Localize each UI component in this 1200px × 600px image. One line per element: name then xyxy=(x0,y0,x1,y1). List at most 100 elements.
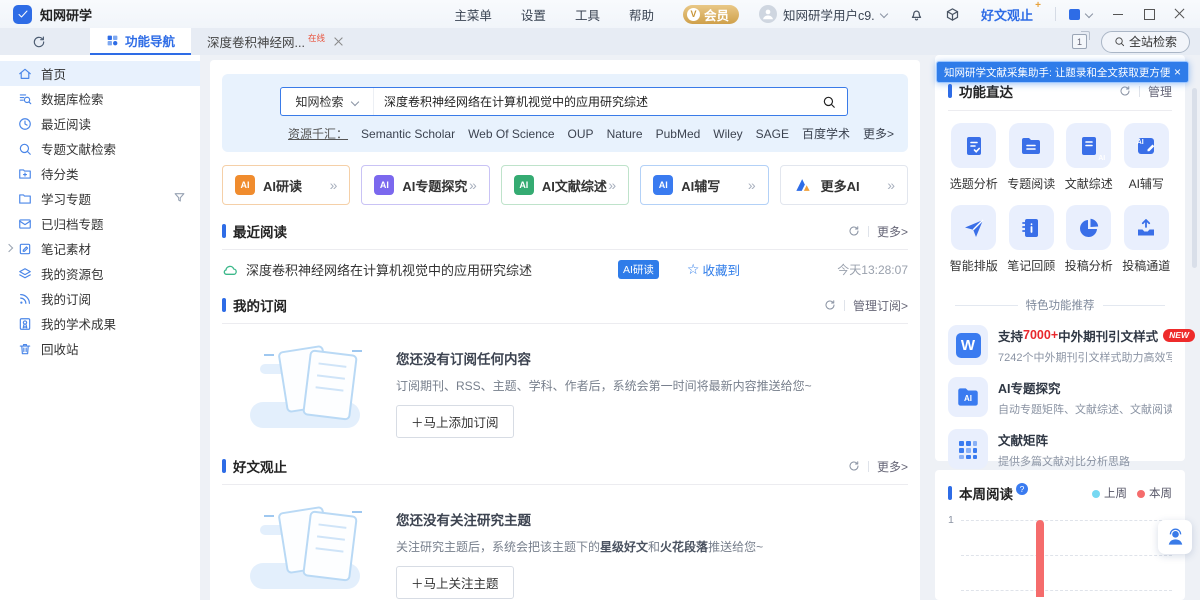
featured-ai-topic-explore[interactable]: AI AI专题探究 自动专题矩阵、文献综述、文献阅读报告 xyxy=(935,371,1185,423)
sidebar-item-note-materials[interactable]: 笔记素材 xyxy=(0,236,200,261)
add-subscription-button[interactable]: ＋马上添加订阅 xyxy=(396,405,514,438)
manage-link[interactable]: 管理 xyxy=(1148,83,1172,100)
documents-illustration xyxy=(250,338,370,434)
window-count-badge[interactable]: 1 xyxy=(1072,34,1087,49)
ai-literature-review-button[interactable]: AI AI文献综述 xyxy=(501,165,629,205)
maximize-button[interactable] xyxy=(1143,8,1155,20)
global-search-button[interactable]: 全站检索 xyxy=(1101,31,1190,53)
ai-pen-icon: AI xyxy=(653,175,673,195)
menu-tools[interactable]: 工具 xyxy=(575,5,600,24)
search-submit-button[interactable] xyxy=(811,88,847,115)
quick-access-grid: 选题分析 专题阅读 AI 文献综述 AI AI辅写 xyxy=(935,111,1185,287)
layers-icon xyxy=(18,267,32,281)
cloud-caj-icon xyxy=(222,262,238,278)
section-haowen-header: 好文观止 更多> xyxy=(222,456,908,476)
quick-item-ai-writing[interactable]: AI AI辅写 xyxy=(1118,123,1176,192)
plus-sparkle-icon xyxy=(1035,0,1041,11)
menu-settings[interactable]: 设置 xyxy=(521,5,546,24)
vip-badge[interactable]: V 会员 xyxy=(683,5,739,24)
document-title[interactable]: 深度卷积神经网络在计算机视觉中的应用研究综述 xyxy=(246,260,618,279)
search-input[interactable]: 深度卷积神经网络在计算机视觉中的应用研究综述 xyxy=(374,93,811,110)
quick-item-submission-analysis[interactable]: 投稿分析 xyxy=(1060,205,1118,274)
haowen-quicklink[interactable]: 好文观止 xyxy=(981,5,1033,24)
ai-read-badge[interactable]: AI研读 xyxy=(618,260,659,279)
quick-item-literature-review[interactable]: AI 文献综述 xyxy=(1060,123,1118,192)
paper-plane-icon xyxy=(951,205,996,250)
resource-link[interactable]: OUP xyxy=(568,127,594,141)
follow-topic-button[interactable]: ＋马上关注主题 xyxy=(396,566,514,599)
quick-item-smart-typesetting[interactable]: 智能排版 xyxy=(945,205,1003,274)
quick-item-submission-channel[interactable]: 投稿通道 xyxy=(1118,205,1176,274)
ai-writing-assist-button[interactable]: AI AI辅写 xyxy=(640,165,768,205)
archive-envelope-icon xyxy=(18,217,32,231)
refresh-icon[interactable] xyxy=(1119,85,1131,97)
close-icon[interactable]: × xyxy=(1174,66,1181,78)
ai-read-button[interactable]: AI AI研读 xyxy=(222,165,350,205)
username[interactable]: 知网研学用户c9... xyxy=(783,5,875,24)
favorite-link[interactable]: 收藏到 xyxy=(687,260,740,279)
sidebar-item-archived-topics[interactable]: 已归档专题 xyxy=(0,211,200,236)
search-scope-dropdown[interactable]: 知网检索 xyxy=(281,88,374,115)
manage-subscriptions-link[interactable]: 管理订阅> xyxy=(853,297,908,314)
resource-link[interactable]: Nature xyxy=(607,127,643,141)
sidebar-item-unclassified[interactable]: 待分类 xyxy=(0,161,200,186)
divider xyxy=(1055,7,1056,21)
resource-link[interactable]: 百度学术 xyxy=(802,125,850,142)
chevron-down-icon[interactable] xyxy=(1085,10,1093,18)
sidebar-item-academic-achievements[interactable]: 我的学术成果 xyxy=(0,311,200,336)
menu-main[interactable]: 主菜单 xyxy=(454,5,492,24)
menu-help[interactable]: 帮助 xyxy=(629,5,654,24)
empty-description: 关注研究主题后，系统会把该主题下的星级好文和火花段落推送给您~ xyxy=(396,538,763,555)
more-ai-button[interactable]: 更多AI xyxy=(780,165,908,205)
sidebar-item-study-topics[interactable]: 学习专题 xyxy=(0,186,200,211)
sidebar-item-subscriptions[interactable]: 我的订阅 xyxy=(0,286,200,311)
resources-more-link[interactable]: 更多> xyxy=(863,125,894,142)
theme-color-swatch[interactable] xyxy=(1069,9,1080,20)
filter-icon[interactable] xyxy=(173,191,186,204)
scrollbar-thumb[interactable] xyxy=(1192,88,1197,268)
avatar[interactable] xyxy=(759,5,777,23)
weekly-reading-chart: 1 xyxy=(948,513,1172,597)
quick-item-topic-reading[interactable]: 专题阅读 xyxy=(1003,123,1061,192)
search-icon xyxy=(1114,36,1125,47)
sidebar-item-database-search[interactable]: 数据库检索 xyxy=(0,86,200,111)
sidebar-item-resource-packages[interactable]: 我的资源包 xyxy=(0,261,200,286)
sidebar-item-recent-reading[interactable]: 最近阅读 xyxy=(0,111,200,136)
bell-icon[interactable] xyxy=(909,7,924,22)
package-icon[interactable] xyxy=(945,7,960,22)
sidebar-item-home[interactable]: 首页 xyxy=(0,61,200,86)
haowen-more-link[interactable]: 更多> xyxy=(877,458,908,475)
close-icon[interactable] xyxy=(334,37,343,46)
empty-title: 您还没有关注研究主题 xyxy=(396,509,763,529)
refresh-icon[interactable] xyxy=(32,35,46,49)
tab-function-nav[interactable]: 功能导航 xyxy=(90,28,191,55)
chevron-down-icon[interactable] xyxy=(880,10,888,18)
refresh-icon[interactable] xyxy=(824,299,836,311)
refresh-icon[interactable] xyxy=(848,460,860,472)
promo-banner[interactable]: 知网研学文献采集助手: 让题录和全文获取更方便！~马上了解~ × xyxy=(936,61,1189,83)
quick-item-note-review[interactable]: 笔记回顾 xyxy=(1003,205,1061,274)
featured-literature-matrix[interactable]: 文献矩阵 提供多篇文献对比分析思路 xyxy=(935,423,1185,475)
resource-link[interactable]: Semantic Scholar xyxy=(361,127,455,141)
sidebar-item-recycle-bin[interactable]: 回收站 xyxy=(0,336,200,361)
resource-link[interactable]: Wiley xyxy=(713,127,742,141)
tabbar: 功能导航 深度卷积神经网... 在线 1 全站检索 xyxy=(0,28,1200,55)
section-title: 好文观止 xyxy=(233,456,287,476)
close-button[interactable] xyxy=(1174,8,1186,20)
resource-link[interactable]: SAGE xyxy=(756,127,789,141)
refresh-icon[interactable] xyxy=(848,225,860,237)
featured-citation-styles[interactable]: W 支持7000+中外期刊引文样式 NEW 7242个中外期刊引文样式助力高效写… xyxy=(935,319,1185,371)
ai-topic-explore-button[interactable]: AI AI专题探究 xyxy=(361,165,489,205)
minimize-button[interactable] xyxy=(1112,8,1124,20)
tab-document[interactable]: 深度卷积神经网... 在线 xyxy=(191,28,359,55)
quick-item-topic-analysis[interactable]: 选题分析 xyxy=(945,123,1003,192)
help-question-icon[interactable]: ? xyxy=(1016,483,1028,495)
recent-reading-item[interactable]: 深度卷积神经网络在计算机视觉中的应用研究综述 AI研读 收藏到 今天13:28:… xyxy=(222,260,908,279)
recent-more-link[interactable]: 更多> xyxy=(877,223,908,240)
resource-link[interactable]: PubMed xyxy=(656,127,701,141)
resource-link[interactable]: Web Of Science xyxy=(468,127,554,141)
chevron-right-icon[interactable] xyxy=(5,244,13,252)
sidebar-item-topic-literature-search[interactable]: 专题文献检索 xyxy=(0,136,200,161)
customer-service-button[interactable] xyxy=(1158,520,1192,554)
notebook-icon xyxy=(1009,205,1054,250)
